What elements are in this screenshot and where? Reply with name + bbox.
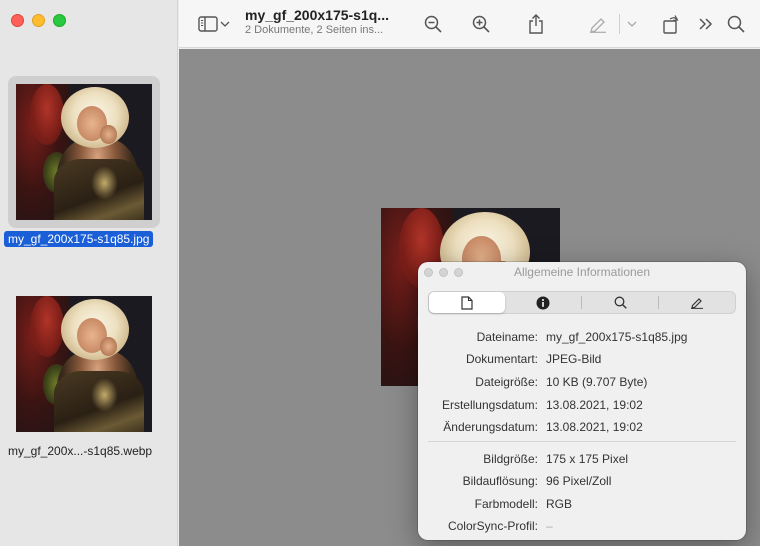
info-value: 13.08.2021, 19:02 [546, 398, 643, 412]
zoom-in-icon[interactable] [469, 12, 493, 36]
panel-title: Allgemeine Informationen [513, 265, 651, 279]
info-value: 96 Pixel/Zoll [546, 474, 612, 488]
tab-keywords[interactable] [582, 292, 658, 313]
document-subtitle: 2 Dokumente, 2 Seiten ins... [245, 24, 384, 36]
info-value: 10 KB (9.707 Byte) [546, 375, 648, 389]
info-label: Erstellungsdatum: [441, 398, 538, 412]
info-value: – [546, 519, 553, 533]
info-label: Dateigröße: [475, 375, 538, 389]
tab-more-info[interactable] [505, 292, 581, 313]
info-label: Bildauflösung: [462, 474, 538, 488]
info-row: Farbmodell: RGB [418, 497, 746, 515]
info-panel: Allgemeine Informationen Dateiname: my_g… [418, 262, 746, 540]
thumbnail-label[interactable]: my_gf_200x175-s1q85.jpg [4, 231, 154, 247]
search-icon[interactable] [724, 12, 748, 36]
chevron-down-icon[interactable] [624, 12, 640, 36]
info-label: Dokumentart: [465, 352, 538, 366]
info-value: my_gf_200x175-s1q85.jpg [546, 330, 688, 344]
rotate-icon[interactable] [659, 12, 683, 36]
search-icon [614, 296, 627, 309]
sidebar: my_gf_200x175-s1q85.jpg my_gf_200x...-s1… [0, 0, 178, 546]
toolbar: my_gf_200x175-s1q... 2 Dokumente, 2 Seit… [179, 0, 760, 48]
markup-icon[interactable] [586, 12, 610, 36]
fullscreen-button[interactable] [53, 14, 66, 27]
window-controls [11, 14, 66, 27]
zoom-out-icon[interactable] [421, 12, 445, 36]
sidebar-toggle-icon[interactable] [197, 12, 219, 36]
tab-annotations[interactable] [659, 292, 735, 313]
thumbnail-image[interactable] [16, 84, 152, 220]
tab-general[interactable] [429, 292, 505, 313]
inspector-tabs [428, 291, 736, 314]
info-value: 175 x 175 Pixel [546, 452, 629, 466]
info-label: Bildgröße: [483, 452, 538, 466]
info-value: 13.08.2021, 19:02 [546, 420, 643, 434]
info-icon [536, 296, 550, 309]
section-divider [428, 441, 736, 442]
more-icon[interactable] [694, 12, 718, 36]
close-button[interactable] [11, 14, 24, 27]
info-label: Änderungsdatum: [443, 420, 538, 434]
info-row: Dateiname: my_gf_200x175-s1q85.jpg [418, 330, 746, 348]
info-row: Änderungsdatum: 13.08.2021, 19:02 [418, 420, 746, 438]
info-label: Farbmodell: [474, 497, 538, 511]
info-row: Bildauflösung: 96 Pixel/Zoll [418, 474, 746, 492]
toolbar-divider [619, 14, 620, 34]
info-value: JPEG-Bild [546, 352, 602, 366]
info-row: ColorSync-Profil: – [418, 519, 746, 537]
info-row: Dokumentart: JPEG-Bild [418, 352, 746, 370]
info-row: Bildgröße: 175 x 175 Pixel [418, 452, 746, 470]
info-row: Erstellungsdatum: 13.08.2021, 19:02 [418, 398, 746, 416]
info-value: RGB [546, 497, 573, 511]
pen-icon [691, 298, 703, 309]
thumbnail-image[interactable] [16, 296, 152, 432]
info-row: Dateigröße: 10 KB (9.707 Byte) [418, 375, 746, 393]
info-label: ColorSync-Profil: [447, 519, 538, 533]
document-icon [461, 295, 473, 310]
document-title: my_gf_200x175-s1q... [245, 7, 389, 23]
minimize-button[interactable] [32, 14, 45, 27]
chevron-down-icon[interactable] [219, 12, 231, 36]
info-label: Dateiname: [476, 330, 538, 344]
thumbnail-label[interactable]: my_gf_200x...-s1q85.webp [8, 444, 152, 458]
share-icon[interactable] [524, 12, 548, 36]
